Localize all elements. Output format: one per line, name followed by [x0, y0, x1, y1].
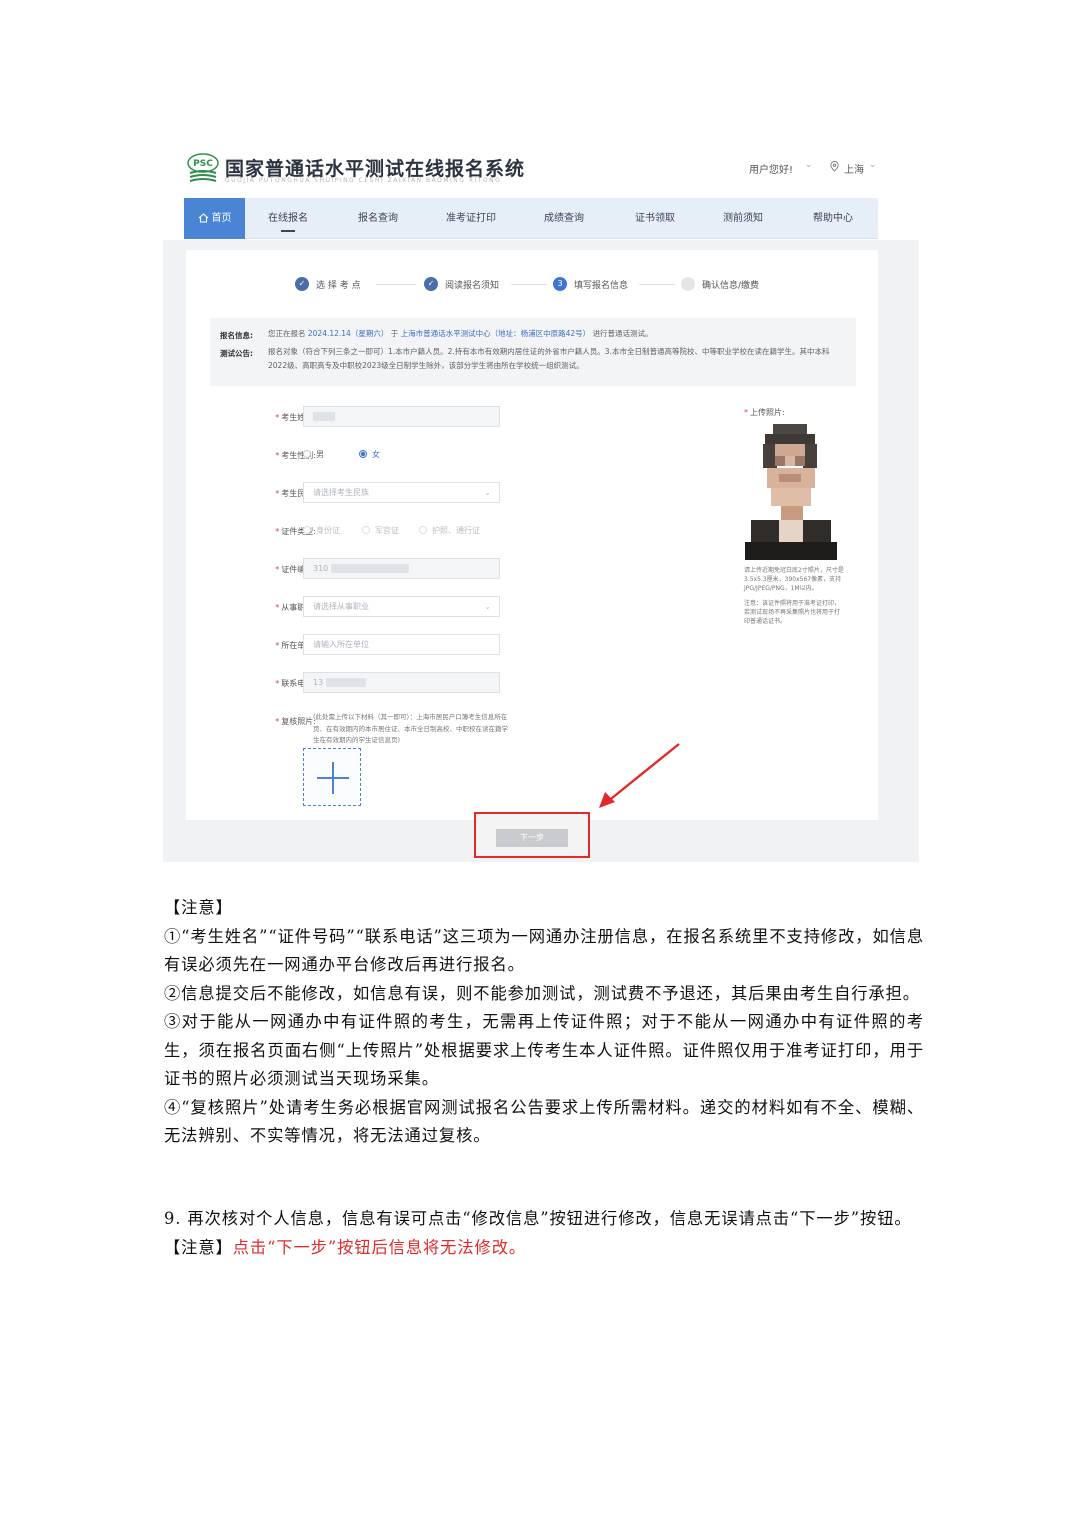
step-connector [639, 284, 675, 285]
notice-announce-label: 测试公告: [220, 349, 253, 358]
pending-step-icon [681, 277, 695, 291]
step-connector [511, 284, 547, 285]
registration-notice: 报名信息: 您正在报名 2024.12.14（星期六） 于 上海市普通话水平测试… [210, 318, 856, 386]
active-tab-indicator [281, 230, 295, 232]
notes-heading: 【注意】 [164, 898, 233, 917]
photo-upload-label: * 上传照片: [744, 408, 785, 417]
plus-icon [332, 762, 334, 794]
note-item: ④“复核照片”处请考生务必根据官网测试报名公告要求上传所需材料。递交的材料如有不… [164, 1097, 924, 1146]
redacted-value [325, 678, 366, 687]
red-arrow-icon [599, 743, 680, 808]
home-icon [198, 213, 208, 223]
notice-announce-text: 报名对象（符合下列三条之一即可）1.本市户籍人员。2.持有本市有效期内居住证的外… [268, 347, 830, 370]
ethnicity-select[interactable]: 请选择考生民族 ⌄ [303, 482, 500, 503]
nav-item-certificate[interactable]: 证书领取 [624, 198, 686, 239]
step9-section: 9. 再次核对个人信息，信息有误可点击“修改信息”按钮进行修改，信息无误请点击“… [164, 1205, 924, 1262]
check-icon: ✓ [424, 277, 438, 291]
step-label: 阅读报名须知 [445, 281, 500, 291]
site-header: PSC 国家普通话水平测试在线报名系统 GUOJIA PUTONGHUA SHU… [183, 140, 899, 198]
id-type-passport-radio[interactable]: 护照、通行证 [419, 525, 480, 536]
exam-center: 上海市普通话水平测试中心（地址：杨浦区中原路42号） [400, 329, 591, 338]
location-selector[interactable]: 上海 [844, 161, 864, 176]
redacted-value [313, 412, 335, 421]
logo-text: PSC [193, 159, 213, 169]
next-step-button[interactable]: 下一步 [496, 829, 568, 847]
exam-date: 2024.12.14（星期六） [307, 329, 389, 338]
photo-requirements: 请上传近期免冠白底2寸照片，尺寸是3.5x5.3厘米，390x567像素，支持J… [744, 567, 844, 625]
progress-steps: ✓ 选 择 考 点 ✓ 阅读报名须知 3 填写报名信息 确认信息/缴费 [186, 274, 878, 294]
chevron-down-icon: ⌄ [869, 160, 877, 170]
occupation-select[interactable]: 请选择从事职业 ⌄ [303, 596, 500, 617]
nav-item-online-registration[interactable]: 在线报名 [257, 198, 319, 239]
step-label: 填写报名信息 [574, 281, 629, 291]
chevron-down-icon: ⌄ [484, 488, 491, 497]
step-number-badge: 3 [553, 277, 567, 291]
chevron-down-icon: ⌄ [484, 602, 491, 611]
nav-item-label: 首页 [211, 213, 232, 224]
site-subtitle: GUOJIA PUTONGHUA SHUIPING CESHI ZAIXIAN … [225, 177, 502, 184]
nav-item-home[interactable]: 首页 [184, 198, 245, 239]
check-icon: ✓ [295, 277, 309, 291]
employer-input[interactable]: 请输入所在单位 [303, 634, 500, 655]
user-menu[interactable]: 用户您好! [749, 161, 793, 176]
nav-item-score-query[interactable]: 成绩查询 [533, 198, 595, 239]
registration-form-card: ✓ 选 择 考 点 ✓ 阅读报名须知 3 填写报名信息 确认信息/缴费 报名信息… [186, 250, 878, 820]
location-pin-icon [830, 161, 839, 172]
step9-warning-text: 点击“下一步”按钮后信息将无法修改。 [232, 1237, 527, 1257]
nav-item-pretest-notice[interactable]: 测前须知 [712, 198, 774, 239]
notice-info-label: 报名信息: [220, 331, 253, 340]
id-type-officer-radio[interactable]: 军官证 [362, 525, 399, 536]
name-field[interactable] [303, 406, 500, 427]
nav-item-admission-ticket[interactable]: 准考证打印 [440, 198, 502, 239]
notice-info-text: 您正在报名 2024.12.14（星期六） 于 上海市普通话水平测试中心（地址：… [268, 329, 653, 338]
gender-male-radio[interactable]: 男 [303, 449, 324, 460]
step9-text: 9. 再次核对个人信息，信息有误可点击“修改信息”按钮进行修改，信息无误请点击“… [164, 1209, 912, 1228]
gender-female-radio[interactable]: 女 [359, 449, 380, 460]
note-item: ②信息提交后不能修改，如信息有误，则不能参加测试，测试费不予退还，其后果由考生自… [164, 983, 920, 1003]
step-label: 选 择 考 点 [316, 281, 361, 291]
applicant-photo[interactable] [745, 424, 837, 560]
note-item: ①“考生姓名”“证件号码”“联系电话”这三项为一网通办注册信息，在报名系统里不支… [164, 926, 924, 975]
next-button-highlight: 下一步 [474, 812, 590, 858]
main-nav: 首页 在线报名 报名查询 准考证打印 成绩查询 证书领取 测前须知 帮助中心 [184, 198, 878, 239]
registration-screenshot: PSC 国家普通话水平测试在线报名系统 GUOJIA PUTONGHUA SHU… [163, 140, 919, 862]
step9-warning: 【注意】点击“下一步”按钮后信息将无法修改。 [164, 1237, 527, 1257]
step-connector [376, 284, 416, 285]
review-photo-upload[interactable] [303, 748, 361, 806]
note-item: ③对于能从一网通办中有证件照的考生，无需再上传证件照；对于不能从一网通办中有证件… [164, 1012, 924, 1088]
id-type-idcard-radio[interactable]: 身份证 [303, 525, 340, 536]
notes-section: 【注意】 ①“考生姓名”“证件号码”“联系电话”这三项为一网通办注册信息，在报名… [164, 894, 924, 1151]
review-photo-note: (此处需上传以下材料（其一即可）：上海市居民户口簿考生信息所在页、在有效期内的本… [313, 713, 508, 744]
review-photo-label: * 复核照片: [275, 717, 316, 726]
nav-item-help-center[interactable]: 帮助中心 [802, 198, 864, 239]
nav-item-registration-query[interactable]: 报名查询 [347, 198, 409, 239]
id-number-field[interactable]: 310 [303, 558, 500, 579]
step-label: 确认信息/缴费 [702, 281, 760, 291]
psc-logo-icon: PSC [187, 153, 219, 182]
redacted-value [330, 564, 409, 573]
phone-field[interactable]: 13 [303, 672, 500, 693]
chevron-down-icon: ⌄ [805, 160, 813, 170]
